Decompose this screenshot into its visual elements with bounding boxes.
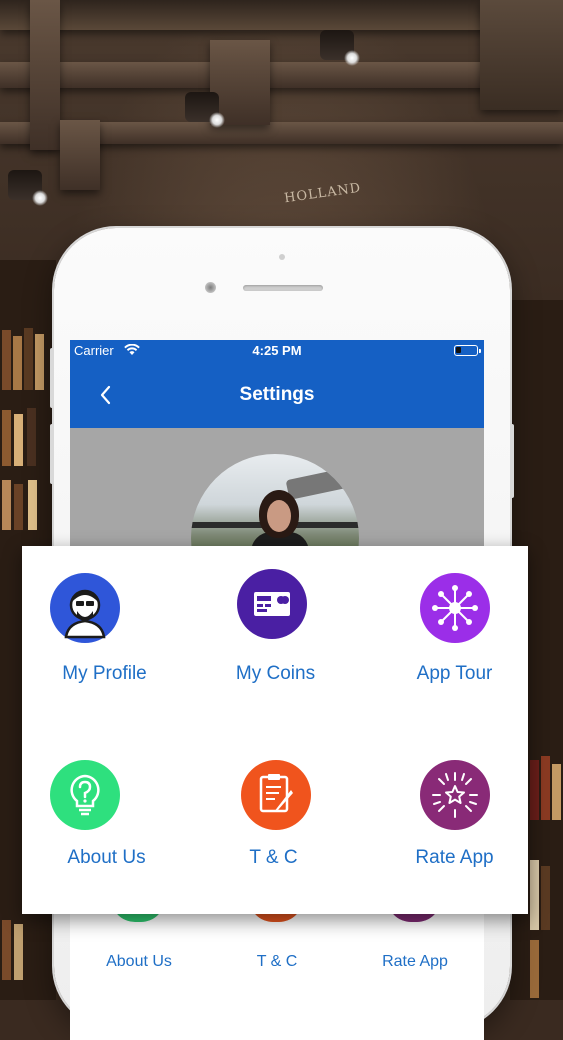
menu-item-label: App Tour [416, 663, 493, 684]
menu-item-about-us[interactable]: About Us [22, 730, 191, 914]
bottom-item-label: T & C [256, 953, 298, 970]
ceiling-lamp-icon [185, 92, 225, 128]
menu-item-app-tour[interactable]: App Tour [360, 546, 529, 730]
menu-item-my-profile[interactable]: My Profile [22, 546, 191, 730]
document-edit-icon [241, 760, 311, 830]
sensor-dot [279, 254, 285, 260]
clock-label: 4:25 PM [252, 343, 302, 358]
card-icon [237, 569, 307, 639]
settings-bottom-row: About Us T & C Rate App [70, 898, 484, 1040]
profile-icon [50, 573, 120, 643]
bottom-item-label: About Us [106, 953, 172, 970]
question-bulb-icon [50, 760, 120, 830]
ceiling-lamp-icon [320, 30, 360, 66]
navigation-bar: Settings [70, 362, 484, 428]
menu-item-label: T & C [249, 847, 298, 868]
page-title: Settings [239, 384, 315, 405]
menu-item-rate-app[interactable]: Rate App [360, 730, 529, 914]
menu-item-label: About Us [67, 847, 146, 868]
menu-item-label: My Profile [62, 663, 147, 684]
settings-menu-card: My Profile My Coins App Tour About Us T … [22, 546, 528, 914]
network-icon [420, 573, 490, 643]
library-sign: HOLLAND [283, 180, 363, 207]
speaker-grille [243, 285, 323, 291]
front-camera-icon [205, 282, 216, 293]
battery-icon [454, 345, 481, 356]
bottom-item-label: Rate App [382, 953, 448, 970]
fireworks-star-icon [420, 760, 490, 830]
ceiling-lamp-icon [8, 170, 48, 206]
menu-item-my-coins[interactable]: My Coins [191, 546, 360, 730]
menu-item-terms[interactable]: T & C [191, 730, 360, 914]
status-bar: Carrier 4:25 PM [70, 340, 484, 362]
menu-item-label: Rate App [415, 847, 494, 868]
menu-item-label: My Coins [235, 663, 316, 684]
